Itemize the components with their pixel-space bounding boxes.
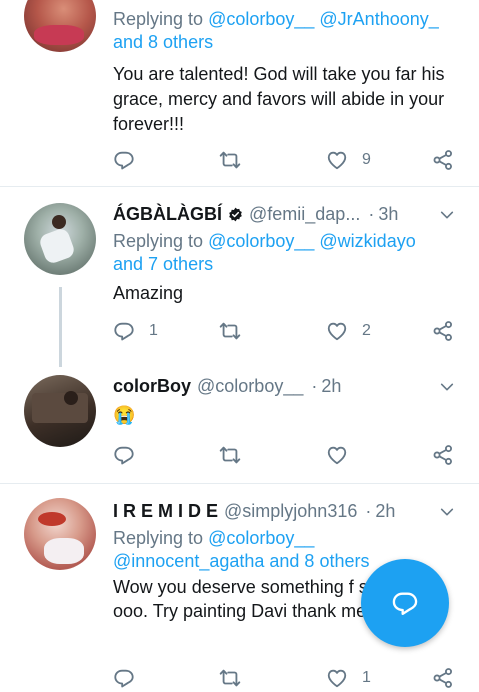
reply-mentions[interactable]: @colorboy__ bbox=[208, 528, 314, 548]
tweet-2[interactable]: ÁGBÀLÀGBÍ @femii_dap... · 3h Replying to… bbox=[0, 187, 479, 363]
retweet-icon bbox=[219, 320, 241, 342]
replying-to-label: Replying to bbox=[113, 9, 204, 29]
tweet-header: ÁGBÀLÀGBÍ @femii_dap... · 3h bbox=[113, 199, 465, 229]
like-button[interactable] bbox=[326, 441, 362, 469]
retweet-button[interactable] bbox=[219, 146, 255, 174]
reply-button[interactable] bbox=[113, 146, 149, 174]
tweet-actions bbox=[113, 441, 458, 469]
retweet-button[interactable] bbox=[219, 664, 255, 692]
tweet-header: I R E M I D E @simplyjohn316 · 2h bbox=[113, 496, 465, 526]
retweet-button[interactable] bbox=[219, 317, 255, 345]
tweet-text: Amazing bbox=[113, 283, 184, 303]
compose-reply-button[interactable] bbox=[361, 559, 449, 647]
share-icon bbox=[432, 320, 454, 342]
reply-others-link[interactable]: and 8 others bbox=[113, 32, 213, 52]
tweet-actions: 1 2 bbox=[113, 317, 458, 345]
share-button[interactable] bbox=[432, 317, 454, 345]
tweet-text: You are talented! God will take you far … bbox=[113, 64, 445, 134]
timestamp[interactable]: 2h bbox=[375, 501, 395, 522]
share-button[interactable] bbox=[432, 146, 454, 174]
thread-connector bbox=[59, 287, 62, 367]
chevron-down-icon bbox=[439, 379, 455, 395]
tweet-actions: 1 bbox=[113, 664, 458, 692]
tweet-1[interactable]: Replying to @colorboy__ @JrAnthoony_ and… bbox=[0, 0, 479, 186]
reply-button[interactable] bbox=[113, 664, 149, 692]
reply-icon bbox=[113, 667, 135, 689]
reply-mentions[interactable]: @colorboy__ @wizkidayo bbox=[208, 231, 416, 251]
avatar[interactable] bbox=[24, 0, 96, 52]
share-icon bbox=[432, 444, 454, 466]
chevron-down-icon bbox=[439, 504, 455, 520]
tweet-3[interactable]: colorBoy @colorboy__ · 2h 😭 bbox=[0, 363, 479, 483]
separator-dot: · bbox=[311, 375, 318, 396]
verified-badge-icon bbox=[229, 207, 242, 221]
reply-button[interactable] bbox=[113, 441, 149, 469]
display-name[interactable]: ÁGBÀLÀGBÍ bbox=[113, 204, 222, 225]
tweet-menu-button[interactable] bbox=[439, 207, 455, 223]
separator-dot: · bbox=[365, 500, 372, 521]
tweet-menu-button[interactable] bbox=[439, 379, 455, 395]
reply-count: 1 bbox=[149, 322, 158, 339]
reply-icon bbox=[113, 320, 135, 342]
like-count: 1 bbox=[362, 669, 371, 686]
tweet-menu-button[interactable] bbox=[439, 504, 455, 520]
tweet-text: 😭 bbox=[113, 405, 136, 425]
like-icon bbox=[326, 320, 348, 342]
chevron-down-icon bbox=[439, 207, 455, 223]
reply-context: Replying to @colorboy__ @wizkidayo and 7… bbox=[113, 230, 465, 276]
like-button[interactable]: 2 bbox=[326, 317, 371, 345]
timestamp[interactable]: 2h bbox=[321, 376, 341, 397]
reply-others-link[interactable]: and 7 others bbox=[113, 254, 213, 274]
retweet-icon bbox=[219, 149, 241, 171]
display-name[interactable]: colorBoy bbox=[113, 376, 191, 397]
display-name[interactable]: I R E M I D E bbox=[113, 501, 218, 522]
compose-icon bbox=[392, 592, 418, 616]
like-button[interactable]: 9 bbox=[326, 146, 371, 174]
like-count: 2 bbox=[362, 322, 371, 339]
reply-icon bbox=[113, 444, 135, 466]
tweet-header: colorBoy @colorboy__ · 2h bbox=[113, 371, 465, 401]
retweet-button[interactable] bbox=[219, 441, 255, 469]
timestamp[interactable]: 3h bbox=[378, 204, 398, 225]
retweet-icon bbox=[219, 667, 241, 689]
replying-to-label: Replying to bbox=[113, 528, 204, 548]
reply-button[interactable]: 1 bbox=[113, 317, 158, 345]
reply-others-link[interactable]: @innocent_agatha and 8 others bbox=[113, 551, 369, 571]
like-count: 9 bbox=[362, 151, 371, 168]
share-icon bbox=[432, 149, 454, 171]
replying-to-label: Replying to bbox=[113, 231, 204, 251]
reply-icon bbox=[113, 149, 135, 171]
retweet-icon bbox=[219, 444, 241, 466]
like-icon bbox=[326, 149, 348, 171]
avatar[interactable] bbox=[24, 203, 96, 275]
reply-mentions[interactable]: @colorboy__ @JrAnthoony_ bbox=[208, 9, 439, 29]
avatar[interactable] bbox=[24, 498, 96, 570]
share-button[interactable] bbox=[432, 441, 454, 469]
separator-dot: · bbox=[368, 203, 375, 224]
reply-context: Replying to @colorboy__ @JrAnthoony_ and… bbox=[113, 8, 465, 54]
user-handle[interactable]: @femii_dap... bbox=[249, 204, 360, 225]
avatar[interactable] bbox=[24, 375, 96, 447]
share-icon bbox=[432, 667, 454, 689]
user-handle[interactable]: @colorboy__ bbox=[197, 376, 303, 397]
like-icon bbox=[326, 444, 348, 466]
like-button[interactable]: 1 bbox=[326, 664, 371, 692]
tweet-actions: 9 bbox=[113, 146, 458, 174]
share-button[interactable] bbox=[432, 664, 454, 692]
like-icon bbox=[326, 667, 348, 689]
user-handle[interactable]: @simplyjohn316 bbox=[224, 501, 357, 522]
